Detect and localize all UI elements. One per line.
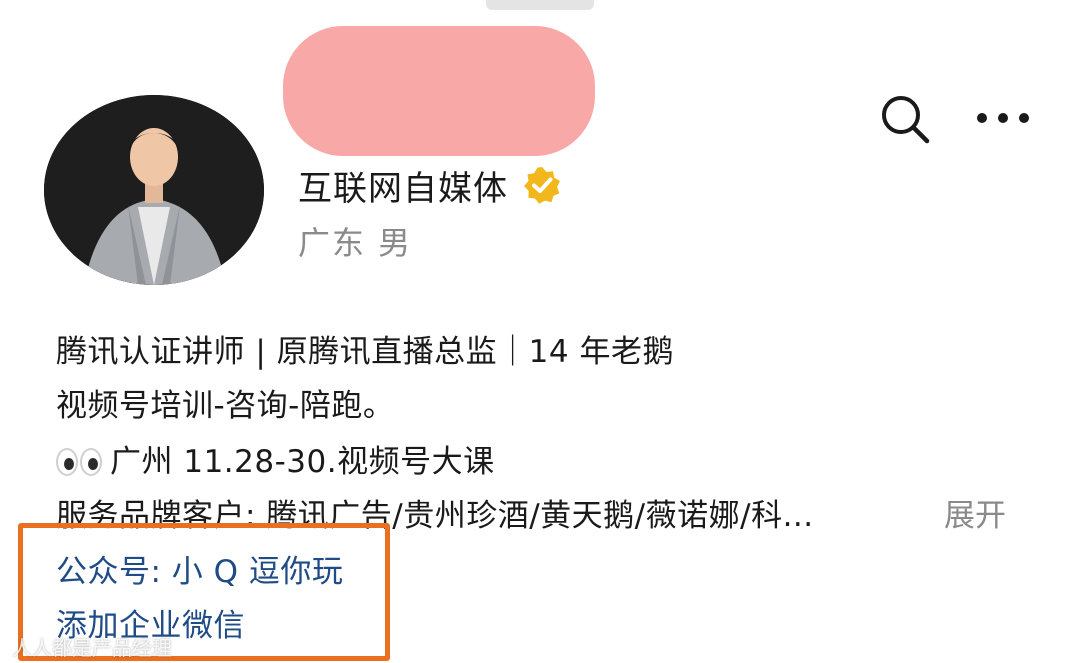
watermark: 人人都是产品经理	[12, 636, 172, 660]
account-type: 互联网自媒体	[298, 168, 508, 209]
avatar-photo	[44, 95, 264, 285]
bio-line-1: 腾讯认证讲师 | 原腾讯直播总监｜14 年老鹅	[56, 334, 674, 370]
more-dots-icon[interactable]	[972, 96, 1034, 140]
verified-badge-icon	[524, 167, 560, 204]
bio-line-4: 服务品牌客户: 腾讯广告/贵州珍酒/黄天鹅/薇诺娜/科...	[56, 498, 814, 534]
drag-handle[interactable]	[486, 0, 594, 10]
bio-line-3: 广州 11.28-30.视频号大课	[56, 440, 495, 484]
location-gender: 广东 男	[298, 224, 413, 262]
search-icon[interactable]	[878, 92, 932, 146]
avatar[interactable]	[44, 95, 264, 285]
official-account-link[interactable]: 公众号: 小 Q 逗你玩	[56, 550, 343, 594]
expand-bio-button[interactable]: 展开	[944, 494, 1006, 538]
eyes-emoji-icon	[56, 448, 102, 476]
account-type-row: 互联网自媒体	[298, 162, 562, 209]
bio-line-2: 视频号培训-咨询-陪跑。	[56, 388, 395, 424]
bio-line-3-text: 广州 11.28-30.视频号大课	[110, 444, 495, 480]
redacted-account-name	[283, 26, 595, 156]
